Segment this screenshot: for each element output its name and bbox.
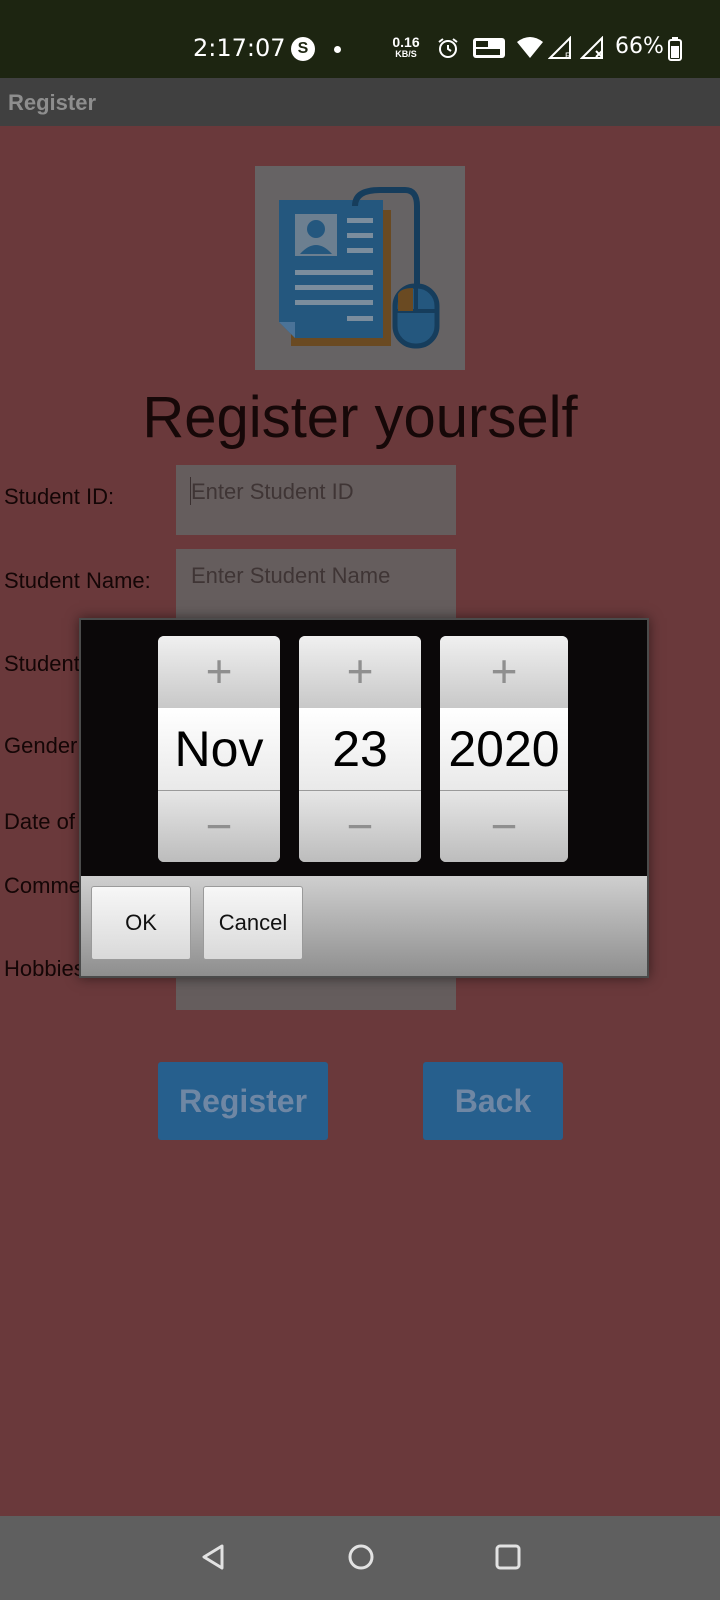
student-name-label: Student Name: — [4, 568, 151, 593]
hobbies-label: Hobbies: — [4, 956, 91, 981]
battery-percent: 66% — [615, 34, 664, 59]
recents-icon[interactable] — [493, 1542, 523, 1572]
student-name-input[interactable]: Enter Student Name — [176, 549, 456, 619]
app-title: Register — [8, 90, 97, 115]
month-value[interactable]: Nov — [158, 708, 280, 790]
svg-text:R: R — [565, 51, 572, 60]
page-heading: Register yourself — [142, 385, 578, 450]
system-nav-bar — [0, 1516, 720, 1600]
student-id-placeholder: Enter Student ID — [191, 479, 354, 504]
network-speed: 0.16 KB/S — [392, 34, 420, 59]
year-decrement-button[interactable]: − — [440, 790, 568, 862]
date-picker-dialog: + Nov − + 23 − + 2020 − OK Cancel — [79, 618, 649, 978]
signal-r-icon: R — [548, 36, 572, 60]
month-decrement-button[interactable]: − — [158, 790, 280, 862]
signal-x-icon — [580, 36, 603, 59]
back-button[interactable]: Back — [423, 1062, 563, 1140]
year-increment-button[interactable]: + — [440, 636, 568, 709]
day-decrement-button[interactable]: − — [299, 790, 421, 862]
battery-icon — [668, 37, 682, 61]
ok-button[interactable]: OK — [91, 886, 191, 960]
s-app-icon: S — [291, 37, 315, 61]
app-bar: Register — [0, 78, 720, 126]
cancel-button[interactable]: Cancel — [203, 886, 303, 960]
student-id-input[interactable]: Enter Student ID — [176, 465, 456, 535]
back-icon[interactable] — [198, 1542, 228, 1572]
day-value[interactable]: 23 — [299, 708, 421, 790]
month-picker: + Nov − — [158, 636, 280, 862]
vowifi-icon — [473, 38, 505, 58]
wifi-icon — [517, 37, 543, 58]
month-increment-button[interactable]: + — [158, 636, 280, 709]
year-value[interactable]: 2020 — [440, 708, 568, 790]
dialog-button-bar: OK Cancel — [81, 876, 647, 976]
status-bar: 2:17:07 S 0.16 KB/S R 66% — [0, 0, 720, 78]
year-picker: + 2020 − — [440, 636, 568, 862]
register-logo — [255, 166, 465, 370]
day-increment-button[interactable]: + — [299, 636, 421, 709]
resume-mouse-illustration — [279, 187, 440, 349]
alarm-icon — [438, 38, 458, 58]
home-icon[interactable] — [346, 1542, 376, 1572]
status-time: 2:17:07 — [193, 34, 286, 62]
notification-dot-icon — [334, 46, 341, 53]
student-id-label: Student ID: — [4, 484, 115, 509]
day-picker: + 23 − — [299, 636, 421, 862]
gender-label: Gender: — [4, 733, 84, 758]
student-name-placeholder: Enter Student Name — [191, 563, 391, 588]
register-button[interactable]: Register — [158, 1062, 328, 1140]
